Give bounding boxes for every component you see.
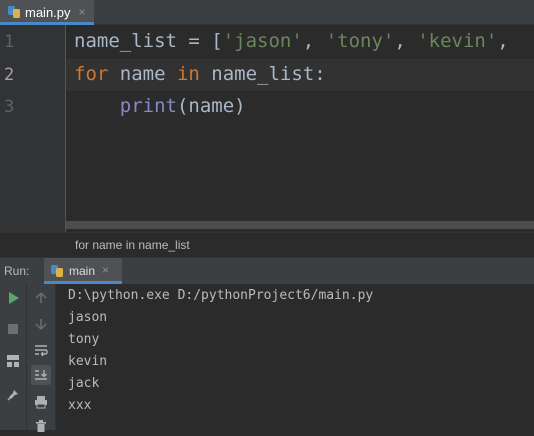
console-line: kevin bbox=[68, 354, 108, 369]
stop-icon bbox=[8, 324, 18, 334]
line-number: 1 bbox=[4, 32, 15, 52]
console-line: jack bbox=[68, 376, 100, 391]
print-icon bbox=[35, 396, 47, 409]
separator: , bbox=[394, 30, 418, 52]
variable: name_list bbox=[74, 30, 177, 52]
run-panel-header: Run: main × bbox=[0, 257, 534, 285]
run-tab-main[interactable]: main × bbox=[44, 258, 122, 284]
editor-tab-bar: main.py × bbox=[0, 0, 534, 25]
console-line-command: D:\python.exe D:/pythonProject6/main.py bbox=[68, 288, 374, 303]
run-panel-label: Run: bbox=[4, 264, 30, 278]
python-file-icon bbox=[51, 265, 63, 277]
editor-tab-main-py[interactable]: main.py × bbox=[0, 0, 94, 25]
up-arrow-icon bbox=[35, 292, 47, 303]
python-file-icon bbox=[8, 6, 20, 18]
rerun-button[interactable] bbox=[3, 288, 23, 308]
print-button[interactable] bbox=[31, 392, 51, 412]
pin-icon bbox=[7, 389, 18, 401]
code-line-1[interactable]: name_list = ['jason', 'tony', 'kevin', bbox=[74, 30, 509, 52]
trash-icon bbox=[36, 420, 46, 432]
console-toolbar bbox=[27, 284, 56, 432]
builtin-function: print bbox=[119, 95, 177, 117]
layout-icon bbox=[7, 355, 19, 367]
close-icon[interactable]: × bbox=[79, 5, 86, 19]
code-line-2[interactable]: for name in name_list: bbox=[74, 63, 326, 85]
scroll-to-end-icon bbox=[35, 370, 47, 380]
down-arrow-icon bbox=[35, 319, 47, 330]
identifier: name bbox=[108, 63, 177, 85]
console-line: tony bbox=[68, 332, 100, 347]
string-literal: 'tony' bbox=[325, 30, 395, 52]
console-output[interactable]: D:\python.exe D:/pythonProject6/main.py … bbox=[56, 284, 534, 430]
close-icon[interactable]: × bbox=[102, 263, 109, 277]
code-editor[interactable]: 1 2 3 name_list = ['jason', 'tony', 'kev… bbox=[0, 25, 534, 232]
separator: , bbox=[302, 30, 326, 52]
line-number-current: 2 bbox=[4, 65, 15, 85]
keyword: in bbox=[176, 63, 200, 85]
stop-button[interactable] bbox=[3, 319, 23, 339]
string-literal: 'kevin' bbox=[417, 30, 498, 52]
run-tab-label: main bbox=[69, 264, 96, 278]
console-line: jason bbox=[68, 310, 108, 325]
run-toolbar bbox=[0, 284, 27, 430]
editor-tab-label: main.py bbox=[25, 4, 71, 20]
breadcrumb-bar: for name in name_list bbox=[0, 232, 534, 257]
scroll-to-end-button[interactable] bbox=[31, 365, 51, 385]
next-occurrence-button[interactable] bbox=[31, 314, 51, 334]
soft-wrap-button[interactable] bbox=[31, 340, 51, 360]
arguments: (name) bbox=[176, 95, 246, 117]
breadcrumb[interactable]: for name in name_list bbox=[75, 238, 190, 252]
pin-button[interactable] bbox=[3, 385, 23, 405]
line-number: 3 bbox=[4, 97, 15, 117]
console-line: xxx bbox=[68, 398, 92, 413]
keyword: for bbox=[74, 63, 109, 85]
separator: , bbox=[497, 30, 509, 52]
identifier: name_list: bbox=[199, 63, 326, 85]
horizontal-scrollbar[interactable] bbox=[66, 221, 534, 229]
operator: = [ bbox=[176, 30, 223, 52]
string-literal: 'jason' bbox=[222, 30, 303, 52]
clear-all-button[interactable] bbox=[31, 416, 51, 436]
line-number-gutter: 1 2 3 bbox=[0, 25, 66, 232]
previous-occurrence-button[interactable] bbox=[31, 288, 51, 308]
run-icon bbox=[9, 292, 19, 304]
layout-button[interactable] bbox=[3, 351, 23, 371]
soft-wrap-icon bbox=[35, 345, 48, 357]
code-line-3[interactable]: print(name) bbox=[74, 95, 246, 117]
